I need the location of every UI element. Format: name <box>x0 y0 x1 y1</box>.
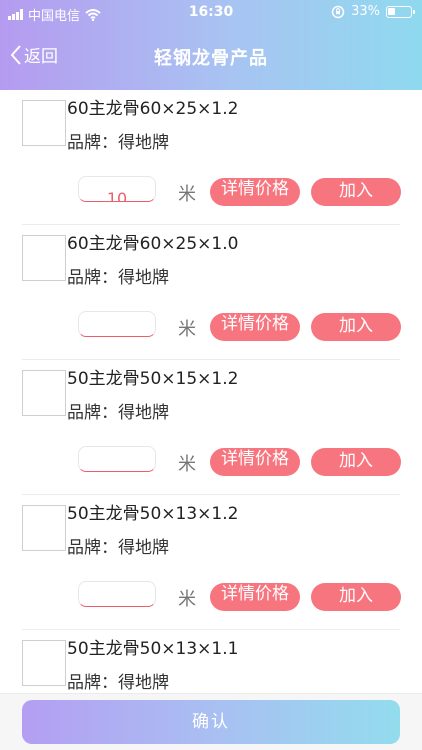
rotation-lock-icon <box>331 5 345 18</box>
status-bar: 中国电信 16:30 33% <box>0 0 422 26</box>
unit-label: 米 <box>178 589 196 610</box>
unit-label: 米 <box>178 319 196 340</box>
header: 中国电信 16:30 33% 返回 轻钢龙骨产品 <box>0 0 422 90</box>
add-button[interactable]: 加入 <box>311 313 401 341</box>
product-name: 60主龙骨60×25×1.2 <box>67 99 239 119</box>
add-button[interactable]: 加入 <box>311 448 401 476</box>
list-item: 50主龙骨50×13×1.2 品牌：得地牌 米 详情价格 加入 <box>0 495 422 630</box>
add-button[interactable]: 加入 <box>311 583 401 611</box>
product-list[interactable]: 60主龙骨60×25×1.2 品牌：得地牌 10 米 详情价格 加入 60主龙骨… <box>0 90 422 693</box>
brand-label: 品牌： <box>67 538 118 558</box>
brand-value: 得地牌 <box>118 538 169 558</box>
brand-label: 品牌： <box>67 403 118 423</box>
list-item: 50主龙骨50×13×1.1 品牌：得地牌 <box>0 630 422 693</box>
product-brand: 品牌：得地牌 <box>67 128 169 153</box>
product-name: 50主龙骨50×13×1.2 <box>67 504 239 524</box>
battery-percent: 33% <box>351 4 380 19</box>
brand-value: 得地牌 <box>118 268 169 288</box>
brand-value: 得地牌 <box>118 403 169 423</box>
brand-value: 得地牌 <box>118 673 169 693</box>
battery-fill <box>388 7 395 15</box>
page-title: 轻钢龙骨产品 <box>154 48 268 69</box>
quantity-input[interactable]: 10 <box>78 176 156 202</box>
list-item: 50主龙骨50×15×1.2 品牌：得地牌 米 详情价格 加入 <box>0 360 422 495</box>
list-item: 60主龙骨60×25×1.2 品牌：得地牌 10 米 详情价格 加入 <box>0 90 422 225</box>
brand-value: 得地牌 <box>118 133 169 153</box>
product-image[interactable] <box>22 100 66 146</box>
product-image[interactable] <box>22 505 66 551</box>
product-name: 50主龙骨50×15×1.2 <box>67 369 239 389</box>
brand-label: 品牌： <box>67 133 118 153</box>
product-name: 60主龙骨60×25×1.0 <box>67 234 239 254</box>
brand-label: 品牌： <box>67 268 118 288</box>
detail-price-button[interactable]: 详情价格 <box>210 178 300 206</box>
confirm-button[interactable]: 确认 <box>22 700 400 744</box>
brand-label: 品牌： <box>67 673 118 693</box>
battery-icon <box>386 5 415 18</box>
product-brand: 品牌：得地牌 <box>67 533 169 558</box>
unit-label: 米 <box>178 454 196 475</box>
detail-price-button[interactable]: 详情价格 <box>210 313 300 341</box>
footer-bar: 确认 <box>0 693 422 750</box>
unit-label: 米 <box>178 184 196 205</box>
list-item: 60主龙骨60×25×1.0 品牌：得地牌 米 详情价格 加入 <box>0 225 422 360</box>
add-button[interactable]: 加入 <box>311 178 401 206</box>
detail-price-button[interactable]: 详情价格 <box>210 583 300 611</box>
quantity-input[interactable] <box>78 446 156 472</box>
product-brand: 品牌：得地牌 <box>67 398 169 423</box>
quantity-input[interactable] <box>78 311 156 337</box>
quantity-input[interactable] <box>78 581 156 607</box>
product-brand: 品牌：得地牌 <box>67 263 169 288</box>
product-name: 50主龙骨50×13×1.1 <box>67 639 239 659</box>
detail-price-button[interactable]: 详情价格 <box>210 448 300 476</box>
product-image[interactable] <box>22 640 66 686</box>
product-image[interactable] <box>22 235 66 281</box>
product-brand: 品牌：得地牌 <box>67 668 169 693</box>
product-image[interactable] <box>22 370 66 416</box>
